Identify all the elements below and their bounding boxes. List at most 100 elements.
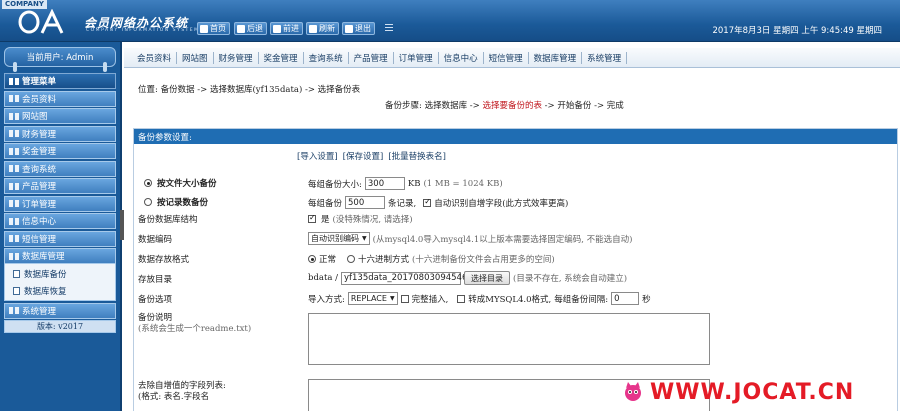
structure-checkbox[interactable] — [308, 213, 316, 223]
encoding-select[interactable]: 自动识别编码 ▼ — [308, 232, 370, 245]
batch-rename-link[interactable]: [批量替换表名] — [388, 150, 446, 164]
grid-icon — [9, 77, 19, 85]
back-icon — [237, 24, 245, 33]
company-tag: COMPANY — [2, 0, 47, 9]
full-insert-checkbox[interactable] — [400, 294, 409, 303]
by-rows-radio[interactable] — [144, 198, 152, 206]
import-mode-select[interactable]: REPLACE ▼ — [347, 292, 398, 305]
nav-item[interactable]: 财务管理 — [214, 51, 259, 64]
directory-input[interactable]: yf135data_20170803094546 — [341, 271, 467, 285]
sidebar-item-bonus[interactable]: 奖金管理 — [4, 143, 116, 159]
grid-icon — [9, 130, 19, 137]
choose-directory-button[interactable]: 选择目录 — [464, 271, 510, 285]
sidebar-item-products[interactable]: 产品管理 — [4, 178, 116, 194]
format-normal-radio[interactable] — [308, 255, 316, 263]
rows-input[interactable]: 500 — [345, 196, 386, 209]
by-rows-group: 每组备份 500 条记录, 自动识别自增字段(此方式效率更高) — [308, 196, 568, 209]
sidebar-subitem-backup[interactable]: 数据库备份 — [5, 265, 115, 282]
auto-increment-checkbox[interactable] — [423, 197, 432, 207]
app-subtitle: COMPANY INFORMATION SYSTEM — [86, 28, 200, 33]
sidebar-item-orders[interactable]: 订单管理 — [4, 195, 116, 212]
sidebar: 当前用户: Admin 管理菜单 会员资料 网站图 财务管理 奖金管理 查询系统… — [0, 42, 122, 411]
version-label: 版本: v2017 — [4, 319, 116, 333]
sidebar-item-messages[interactable]: 信息中心 — [4, 213, 116, 229]
panel-links: [导入设置] [保存设置] [批量替换表名] — [297, 150, 897, 164]
menu-grip-icon[interactable] — [385, 24, 393, 33]
grid-icon — [9, 95, 19, 102]
refresh-button[interactable]: 刷新 — [306, 22, 339, 35]
description-note: (系统会生成一个readme.txt) — [138, 324, 252, 334]
grid-icon — [9, 147, 19, 155]
format-group: 正常 十六进制方式 (十六进制备份文件会占用更多的空间) — [308, 253, 555, 265]
document-icon — [13, 286, 20, 295]
menu-head: 管理菜单 — [4, 73, 116, 89]
main-content: 位置: 备份数据 -> 选择数据库(yf135data) -> 选择备份表 备份… — [124, 68, 900, 411]
strip-fields-note: (格式: 表名.字段名 — [138, 392, 210, 402]
sidebar-item-system[interactable]: 系统管理 — [4, 302, 116, 319]
grid-icon — [9, 182, 19, 190]
sidebar-item-sms[interactable]: 短信管理 — [4, 230, 116, 247]
size-input[interactable]: 300 — [364, 177, 405, 190]
refresh-icon — [309, 24, 317, 33]
back-button[interactable]: 后退 — [234, 22, 267, 35]
chevron-down-icon: ▼ — [389, 295, 395, 302]
current-step: 选择要备份的表 — [482, 101, 542, 111]
by-size-radio[interactable] — [144, 179, 152, 187]
home-icon — [200, 24, 208, 33]
nav-item[interactable]: 网站图 — [177, 51, 214, 64]
pin-icon — [13, 62, 17, 72]
nav-item[interactable]: 系统管理 — [582, 51, 628, 64]
nav-item[interactable]: 查询系统 — [304, 51, 349, 64]
format-label: 数据存放格式 — [138, 255, 190, 265]
home-button[interactable]: 首页 — [197, 22, 230, 35]
description-textarea[interactable] — [308, 313, 710, 365]
database-submenu: 数据库备份 数据库恢复 — [4, 264, 116, 301]
sidebar-item-members[interactable]: 会员资料 — [4, 90, 116, 107]
grid-icon — [9, 252, 19, 260]
nav-item[interactable]: 短信管理 — [484, 51, 529, 64]
by-size-group: 每组备份大小: 300 KB (1 MB = 1024 KB) — [308, 177, 503, 190]
nav-item[interactable]: 会员资料 — [132, 51, 178, 64]
clock: 2017年8月3日 星期四 上午 9:45:49 星期四 — [712, 26, 882, 36]
forward-button[interactable]: 前进 — [270, 22, 303, 35]
chevron-down-icon: ▼ — [362, 235, 367, 242]
sidebar-subitem-restore[interactable]: 数据库恢复 — [5, 282, 115, 299]
format-hex-radio[interactable] — [347, 255, 356, 263]
breadcrumb: 位置: 备份数据 -> 选择数据库(yf135data) -> 选择备份表 — [138, 85, 361, 95]
logo — [18, 9, 64, 34]
grid-icon — [9, 217, 19, 225]
directory-group: bdata / yf135data_20170803094546 选择目录 (目… — [308, 271, 628, 285]
interval-input[interactable]: 0 — [611, 292, 640, 305]
sidebar-item-query[interactable]: 查询系统 — [4, 160, 116, 177]
pin-icon — [103, 62, 107, 72]
grid-icon — [9, 165, 19, 172]
save-settings-link[interactable]: [保存设置] — [343, 150, 384, 164]
top-nav: 会员资料 网站图 财务管理 奖金管理 查询系统 产品管理 订单管理 信息中心 短… — [124, 48, 900, 68]
sidebar-item-finance[interactable]: 财务管理 — [4, 125, 116, 142]
import-settings-link[interactable]: [导入设置] — [297, 150, 338, 164]
watermark-text: WWW.JOCAT.CN — [650, 379, 855, 405]
logout-button[interactable]: 退出 — [342, 22, 375, 35]
by-rows-option[interactable]: 按记录数备份 — [144, 194, 208, 210]
nav-item[interactable]: 产品管理 — [349, 51, 394, 64]
sidebar-item-database[interactable]: 数据库管理 — [4, 248, 116, 264]
sidebar-item-site-map[interactable]: 网站图 — [4, 108, 116, 124]
panel-title: 备份参数设置: — [134, 129, 897, 144]
encoding-label: 数据编码 — [138, 235, 173, 245]
nav-item[interactable]: 信息中心 — [439, 51, 484, 64]
cat-logo-icon — [625, 382, 641, 401]
grid-icon — [9, 112, 19, 120]
nav-item[interactable]: 订单管理 — [394, 51, 439, 64]
mysql40-checkbox[interactable] — [457, 294, 466, 303]
header: COMPANY 会员网络办公系统 COMPANY INFORMATION SYS… — [0, 0, 900, 42]
backup-steps: 备份步骤: 选择数据库 -> 选择要备份的表 -> 开始备份 -> 完成 — [385, 101, 624, 111]
grid-icon — [9, 235, 19, 242]
structure-label: 备份数据库结构 — [138, 215, 198, 225]
forward-icon — [273, 24, 281, 33]
structure-group: 是 (没特殊情况, 请选择) — [308, 213, 413, 225]
nav-item[interactable]: 数据库管理 — [529, 51, 583, 64]
nav-item[interactable]: 奖金管理 — [259, 51, 304, 64]
options-group: 导入方式: REPLACE ▼ 完整插入, 转成MYSQL4.0格式, 每组备份间… — [308, 292, 651, 305]
by-size-option[interactable]: 按文件大小备份 — [144, 175, 217, 191]
options-label: 备份选项 — [138, 295, 173, 305]
